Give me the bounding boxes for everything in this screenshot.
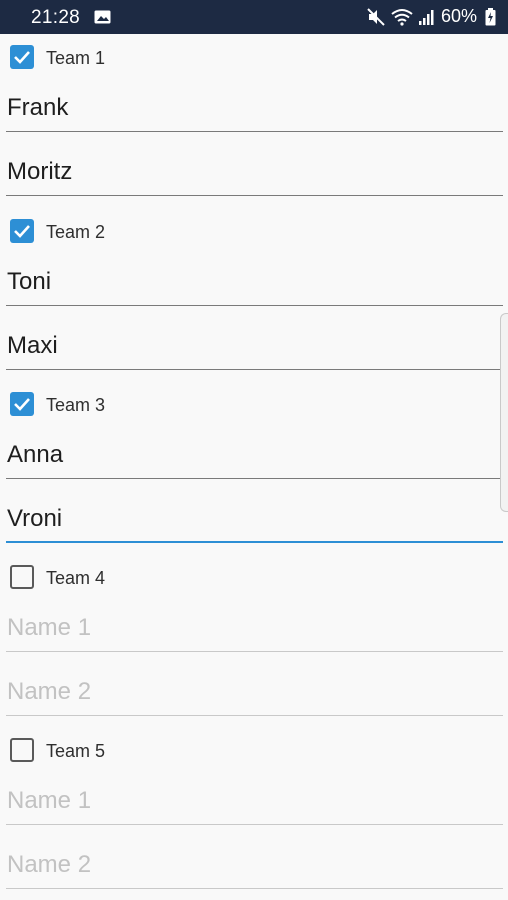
image-icon [94, 10, 111, 24]
team-2-checkbox[interactable] [10, 219, 34, 243]
team-2-name-2-field[interactable] [6, 324, 504, 370]
team-5-name-1-field[interactable] [6, 779, 504, 825]
team-row-2[interactable]: Team 2 [0, 210, 508, 250]
team-3-name-1-input[interactable] [6, 433, 504, 477]
checkmark-icon [14, 225, 30, 238]
team-3-name-1-field[interactable] [6, 433, 504, 479]
team-1-label: Team 1 [46, 48, 106, 68]
checkmark-icon [14, 398, 30, 411]
team-5-label: Team 5 [46, 741, 106, 761]
team-5-checkbox[interactable] [10, 738, 34, 762]
field-underline [6, 651, 503, 652]
battery-charging-icon [485, 7, 496, 25]
scrollbar-thumb[interactable] [500, 313, 508, 512]
signal-icon [418, 9, 434, 25]
team-2-label: Team 2 [46, 222, 106, 242]
team-row-1[interactable]: Team 1 [0, 36, 508, 76]
team-4-name-2-input[interactable] [6, 670, 504, 714]
team-list[interactable]: Team 1 Team 2 Team 3 [0, 34, 508, 900]
team-1-name-1-input[interactable] [6, 86, 504, 130]
team-4-checkbox[interactable] [10, 565, 34, 589]
team-row-4[interactable]: Team 4 [0, 556, 508, 596]
field-underline [6, 305, 503, 306]
team-3-checkbox[interactable] [10, 392, 34, 416]
team-3-name-2-input[interactable] [6, 497, 504, 541]
team-4-label: Team 4 [46, 568, 106, 588]
field-underline [6, 478, 503, 479]
team-2-name-1-field[interactable] [6, 260, 504, 306]
mute-icon [367, 7, 385, 26]
team-5-name-2-input[interactable] [6, 843, 504, 887]
team-5-name-1-input[interactable] [6, 779, 504, 823]
battery-percent: 60% [440, 6, 477, 26]
team-row-5[interactable]: Team 5 [0, 729, 508, 769]
status-time: 21:28 [31, 7, 81, 28]
team-2-name-1-input[interactable] [6, 260, 504, 304]
team-1-name-1-field[interactable] [6, 86, 504, 132]
team-row-3[interactable]: Team 3 [0, 383, 508, 423]
team-4-name-2-field[interactable] [6, 670, 504, 716]
team-2-name-2-input[interactable] [6, 324, 504, 368]
team-3-name-2-field[interactable] [6, 497, 504, 543]
team-3-label: Team 3 [46, 395, 106, 415]
field-underline [6, 888, 503, 889]
team-1-checkbox[interactable] [10, 45, 34, 69]
wifi-icon [391, 8, 413, 26]
field-underline-focused [6, 541, 503, 543]
team-4-name-1-input[interactable] [6, 606, 504, 650]
team-5-name-2-field[interactable] [6, 843, 504, 889]
field-underline [6, 824, 503, 825]
team-1-name-2-field[interactable] [6, 150, 504, 196]
field-underline [6, 369, 503, 370]
field-underline [6, 131, 503, 132]
team-1-name-2-input[interactable] [6, 150, 504, 194]
status-bar: 21:28 60% [0, 0, 508, 34]
field-underline [6, 715, 503, 716]
team-4-name-1-field[interactable] [6, 606, 504, 652]
field-underline [6, 195, 503, 196]
checkmark-icon [14, 51, 30, 64]
